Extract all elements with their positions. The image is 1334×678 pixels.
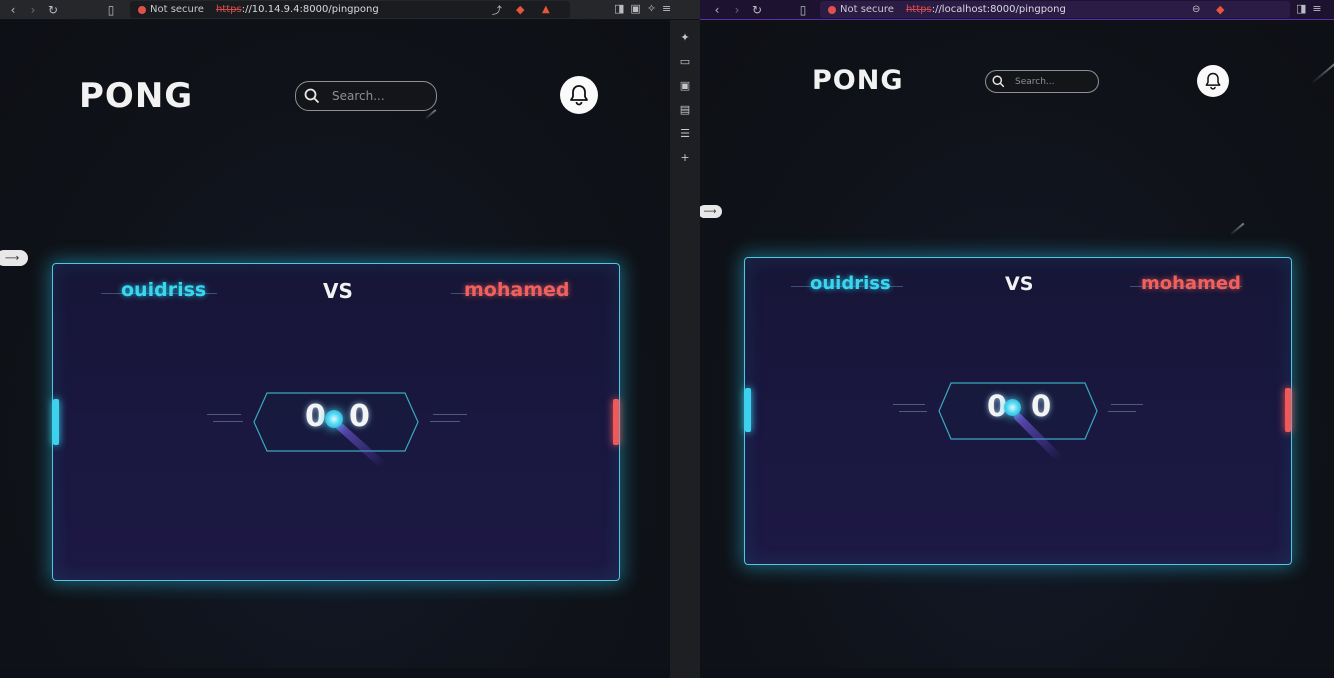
right-browser-window: ‹ › ↻ ▯ Not secure https://localhost:800…: [700, 0, 1334, 668]
url-scheme: https: [215, 4, 242, 15]
bookmark-icon[interactable]: ▯: [104, 3, 118, 17]
sidebar-icon[interactable]: ◨: [1296, 2, 1306, 15]
game-board: ouidriss VS mohamed 0 0: [744, 257, 1292, 565]
menu-icon[interactable]: ≡: [662, 2, 671, 15]
search-bar[interactable]: [295, 81, 437, 111]
center-dash: [1111, 404, 1143, 405]
security-label: Not secure: [150, 4, 204, 15]
ball: [1004, 399, 1021, 416]
browser-toolbar: ‹ › ↻ ▯ Not secure https://10.14.9.4:800…: [0, 0, 700, 19]
search-icon: [992, 75, 1005, 88]
search-input[interactable]: [330, 88, 434, 104]
arrow-right-icon[interactable]: ⟶: [0, 250, 28, 266]
center-dash: [430, 421, 460, 422]
zoom-icon[interactable]: ⊖: [1192, 4, 1200, 15]
search-input[interactable]: [1013, 75, 1097, 88]
player1-name: ouidriss: [121, 279, 207, 301]
shooting-star: [424, 109, 437, 120]
chevron-right-icon[interactable]: ›: [26, 3, 40, 17]
chevron-left-icon[interactable]: ‹: [710, 3, 724, 17]
center-dash: [1108, 411, 1136, 412]
wallet-icon[interactable]: ▣: [630, 2, 640, 15]
menu-icon[interactable]: ≡: [1312, 2, 1321, 15]
center-dash: [433, 414, 467, 415]
center-dash: [207, 414, 241, 415]
right-paddle: [1285, 388, 1291, 432]
shooting-star: [1311, 62, 1334, 84]
cards-icon[interactable]: ▣: [678, 78, 692, 92]
game-board: ouidriss VS mohamed 0 0: [52, 263, 620, 581]
center-dash: [213, 421, 243, 422]
pong-logo[interactable]: PONG: [79, 76, 193, 116]
address-bar[interactable]: Not secure https://10.14.9.4:8000/pingpo…: [130, 1, 570, 18]
address-bar[interactable]: Not secure https://localhost:8000/pingpo…: [820, 1, 1290, 18]
bell-icon: [570, 85, 588, 106]
center-dash: [899, 411, 927, 412]
reload-icon[interactable]: ↻: [750, 3, 764, 17]
player2-name: mohamed: [1141, 273, 1241, 294]
center-dash: [893, 404, 925, 405]
pong-logo[interactable]: PONG: [812, 65, 904, 96]
url-scheme: https: [905, 4, 932, 15]
leo-ai-icon[interactable]: ✧: [647, 2, 656, 15]
browser-toolbar: ‹ › ↻ ▯ Not secure https://localhost:800…: [700, 0, 1334, 21]
right-paddle: [613, 399, 619, 445]
not-secure-icon: [138, 5, 146, 14]
sidebar-icon[interactable]: ◨: [614, 2, 624, 15]
left-paddle: [53, 399, 59, 445]
wallet-icon[interactable]: ▭: [678, 54, 692, 68]
bell-icon: [1205, 72, 1221, 90]
player1-name: ouidriss: [810, 273, 891, 294]
brave-shield-icon[interactable]: ◆: [1216, 3, 1224, 16]
left-browser-window: ‹ › ↻ ▯ Not secure https://10.14.9.4:800…: [0, 0, 700, 668]
arrow-right-icon[interactable]: ⟶: [700, 205, 722, 218]
brave-shield-icon[interactable]: ◆: [516, 3, 524, 16]
warning-triangle-icon[interactable]: ▲: [542, 4, 550, 15]
add-icon[interactable]: +: [678, 150, 692, 164]
bookmarks-icon[interactable]: ▤: [678, 102, 692, 116]
pong-page: PONG ⟶ ouidriss VS mohamed: [0, 20, 670, 668]
chevron-right-icon[interactable]: ›: [730, 3, 744, 17]
player2-name: mohamed: [464, 279, 570, 301]
reading-list-icon[interactable]: ☰: [678, 126, 692, 140]
url-path: ://localhost:8000/pingpong: [931, 4, 1066, 15]
search-icon: [304, 88, 320, 104]
browser-sidebar: ✦ ▭ ▣ ▤ ☰ +: [670, 20, 700, 678]
chevron-left-icon[interactable]: ‹: [6, 3, 20, 17]
share-icon[interactable]: ⤴: [492, 2, 502, 17]
pong-page: PONG ⟶ ouidriss VS mohamed: [700, 20, 1334, 668]
notification-button[interactable]: [1197, 65, 1229, 97]
vs-label: VS: [323, 279, 353, 303]
shooting-star: [1229, 222, 1245, 236]
vs-label: VS: [1005, 273, 1034, 295]
security-label: Not secure: [840, 4, 894, 15]
score-left: 0: [305, 399, 326, 434]
pin-icon[interactable]: ✦: [678, 30, 692, 44]
notification-button[interactable]: [560, 76, 598, 114]
left-paddle: [745, 388, 751, 432]
search-bar[interactable]: [985, 70, 1099, 93]
reload-icon[interactable]: ↻: [46, 3, 60, 17]
ball: [325, 410, 343, 428]
score-right: 0: [349, 399, 370, 434]
score-right: 0: [1031, 389, 1052, 423]
not-secure-icon: [828, 5, 836, 14]
url-path: ://10.14.9.4:8000/pingpong: [241, 4, 379, 15]
bookmark-icon[interactable]: ▯: [796, 3, 810, 17]
